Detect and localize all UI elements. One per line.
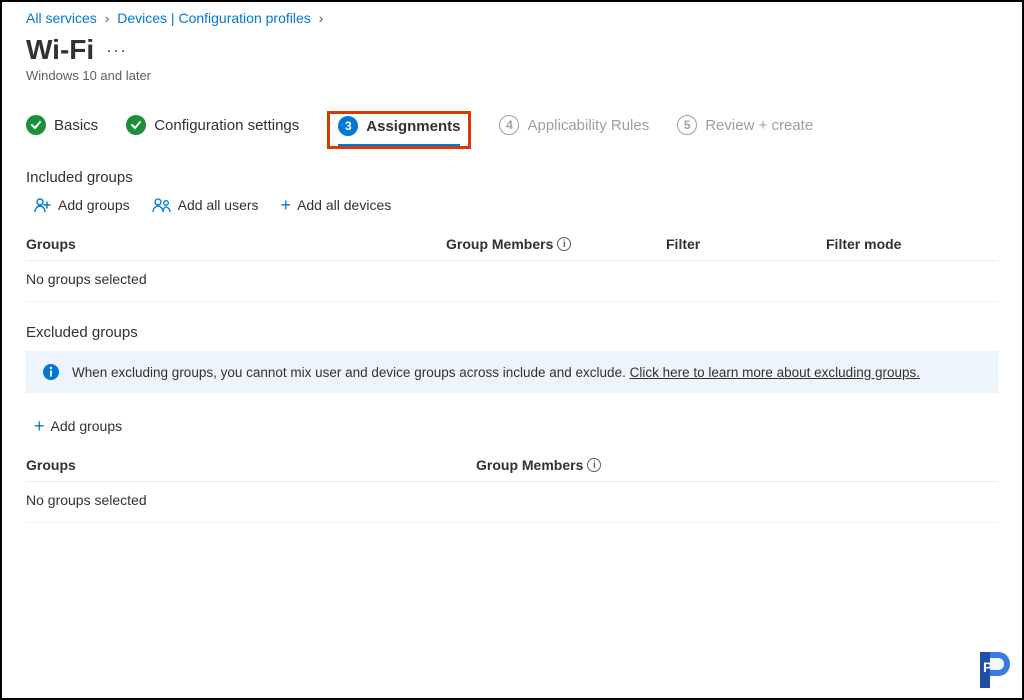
col-filter-mode: Filter mode — [826, 236, 998, 252]
col-group-members: Group Members i — [476, 457, 998, 473]
wizard-step-label: Basics — [54, 117, 98, 134]
add-all-users-label: Add all users — [178, 197, 259, 213]
page-subtitle: Windows 10 and later — [26, 68, 998, 83]
people-icon — [152, 197, 172, 213]
step-number-badge: 3 — [338, 116, 358, 136]
excluded-groups-heading: Excluded groups — [26, 324, 998, 341]
wizard-steps: Basics Configuration settings 3 Assignme… — [26, 111, 998, 149]
breadcrumb: All services › Devices | Configuration p… — [26, 10, 998, 26]
breadcrumb-all-services[interactable]: All services — [26, 10, 97, 26]
page-title: Wi-Fi — [26, 34, 94, 66]
included-groups-heading: Included groups — [26, 169, 998, 186]
person-add-icon — [34, 197, 52, 213]
wizard-step-review[interactable]: 5 Review + create — [677, 115, 813, 145]
info-icon[interactable]: i — [557, 237, 571, 251]
excluded-table-header: Groups Group Members i — [26, 449, 998, 482]
brand-logo: P — [972, 648, 1016, 692]
add-groups-label: Add groups — [58, 197, 130, 213]
step-number-badge: 5 — [677, 115, 697, 135]
check-icon — [26, 115, 46, 135]
breadcrumb-devices-config[interactable]: Devices | Configuration profiles — [117, 10, 311, 26]
col-groups: Groups — [26, 236, 446, 252]
banner-learn-more-link[interactable]: Click here to learn more about excluding… — [630, 365, 920, 380]
chevron-right-icon: › — [105, 10, 110, 26]
info-icon — [42, 363, 60, 381]
info-icon[interactable]: i — [587, 458, 601, 472]
add-groups-button[interactable]: Add groups — [34, 197, 130, 213]
included-empty-row: No groups selected — [26, 261, 998, 302]
excluded-info-banner: When excluding groups, you cannot mix us… — [26, 351, 998, 393]
plus-icon: + — [281, 196, 292, 214]
wizard-step-assignments[interactable]: 3 Assignments — [338, 116, 460, 146]
check-icon — [126, 115, 146, 135]
svg-text:P: P — [983, 659, 992, 675]
col-group-members: Group Members i — [446, 236, 666, 252]
more-menu-icon[interactable]: ··· — [106, 41, 127, 59]
add-all-devices-button[interactable]: + Add all devices — [281, 196, 392, 214]
highlight-box: 3 Assignments — [327, 111, 471, 149]
banner-text: When excluding groups, you cannot mix us… — [72, 365, 630, 380]
wizard-step-label: Configuration settings — [154, 117, 299, 134]
step-number-badge: 4 — [499, 115, 519, 135]
col-filter: Filter — [666, 236, 826, 252]
included-table-header: Groups Group Members i Filter Filter mod… — [26, 228, 998, 261]
excluded-add-groups-button[interactable]: + Add groups — [34, 417, 122, 435]
plus-icon: + — [34, 417, 45, 435]
wizard-step-label: Assignments — [366, 118, 460, 135]
chevron-right-icon: › — [319, 10, 324, 26]
add-all-devices-label: Add all devices — [297, 197, 391, 213]
excluded-empty-row: No groups selected — [26, 482, 998, 523]
add-all-users-button[interactable]: Add all users — [152, 197, 259, 213]
wizard-step-configuration[interactable]: Configuration settings — [126, 115, 299, 145]
wizard-step-basics[interactable]: Basics — [26, 115, 98, 145]
excluded-add-groups-label: Add groups — [51, 418, 123, 434]
wizard-step-label: Review + create — [705, 117, 813, 134]
wizard-step-applicability[interactable]: 4 Applicability Rules — [499, 115, 649, 145]
wizard-step-label: Applicability Rules — [527, 117, 649, 134]
col-groups: Groups — [26, 457, 476, 473]
